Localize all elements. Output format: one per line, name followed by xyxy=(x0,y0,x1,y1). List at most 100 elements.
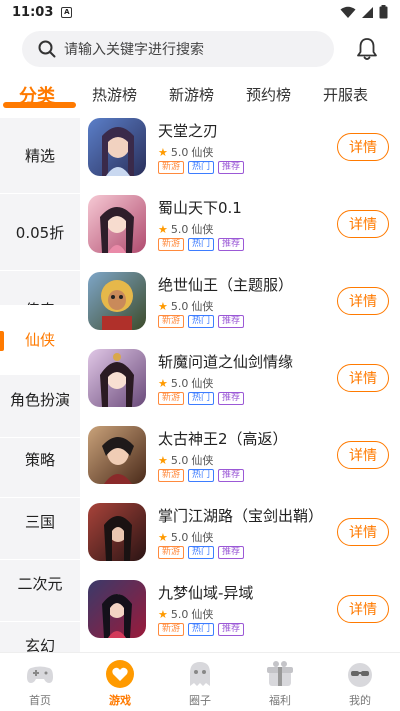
gamepad-icon xyxy=(27,666,53,683)
game-name: 太古神王2（高返） xyxy=(158,430,288,448)
nav-label: 圈子 xyxy=(189,694,211,707)
star-icon: ★ xyxy=(158,222,168,236)
game-list-item[interactable]: 太古神王2（高返） ★ 5.0 仙侠 新游 热门 推荐 详情 xyxy=(88,426,400,498)
search-icon xyxy=(38,40,56,58)
game-list-item[interactable]: 绝世仙王（主题服） ★ 5.0 仙侠 新游 热门 推荐 详情 xyxy=(88,272,400,344)
game-name: 蜀山天下0.1 xyxy=(158,199,242,217)
game-meta: ★ 5.0 仙侠 xyxy=(158,375,213,391)
tag-recommended: 推荐 xyxy=(218,546,245,559)
tag-hot: 热门 xyxy=(188,546,215,559)
details-button[interactable]: 详情 xyxy=(337,133,389,161)
status-bar: 11:03 A xyxy=(0,0,400,24)
tag-recommended: 推荐 xyxy=(218,315,245,328)
active-tab-indicator xyxy=(3,102,76,108)
star-icon: ★ xyxy=(158,376,168,390)
details-button[interactable]: 详情 xyxy=(337,595,389,623)
genre-sidebar: 精选 0.05折 传奇 仙侠 角色扮演 策略 三国 二次元 玄幻 xyxy=(0,118,80,658)
details-button[interactable]: 详情 xyxy=(337,364,389,392)
tag-new: 新游 xyxy=(158,161,185,174)
tag-hot: 热门 xyxy=(188,623,215,636)
game-name: 天堂之刃 xyxy=(158,122,219,140)
tag-hot: 热门 xyxy=(188,469,215,482)
game-genre: 仙侠 xyxy=(191,377,214,390)
bottom-nav: 首页 游戏 圈子 福利 我的 xyxy=(0,652,400,711)
tag-recommended: 推荐 xyxy=(218,161,245,174)
tab-new-games[interactable]: 新游榜 xyxy=(169,84,214,105)
tag-recommended: 推荐 xyxy=(218,469,245,482)
nav-games[interactable]: 游戏 xyxy=(90,659,150,708)
game-genre: 仙侠 xyxy=(191,300,214,313)
nav-label: 游戏 xyxy=(109,694,131,707)
tab-hot-games[interactable]: 热游榜 xyxy=(92,84,137,105)
heart-icon xyxy=(106,660,134,688)
game-tags: 新游 热门 推荐 xyxy=(158,161,245,174)
game-tags: 新游 热门 推荐 xyxy=(158,623,245,636)
game-icon xyxy=(88,195,146,253)
app-indicator-icon: A xyxy=(61,6,73,18)
game-icon xyxy=(88,580,146,638)
search-bar[interactable]: 请输入关键字进行搜索 xyxy=(22,31,334,67)
nav-label: 首页 xyxy=(29,694,51,707)
game-rating: 5.0 xyxy=(170,530,189,544)
game-meta: ★ 5.0 仙侠 xyxy=(158,529,213,545)
game-meta: ★ 5.0 仙侠 xyxy=(158,298,213,314)
game-meta: ★ 5.0 仙侠 xyxy=(158,144,213,160)
details-button[interactable]: 详情 xyxy=(337,287,389,315)
details-button[interactable]: 详情 xyxy=(337,210,389,238)
sidebar-item-featured[interactable]: 精选 xyxy=(0,118,80,194)
nav-circle[interactable]: 圈子 xyxy=(170,659,230,708)
game-icon xyxy=(88,272,146,330)
game-name: 绝世仙王（主题服） xyxy=(158,276,294,294)
tag-new: 新游 xyxy=(158,623,185,636)
game-genre: 仙侠 xyxy=(191,608,214,621)
game-list-item[interactable]: 蜀山天下0.1 ★ 5.0 仙侠 新游 热门 推荐 详情 xyxy=(88,195,400,267)
game-meta: ★ 5.0 仙侠 xyxy=(158,606,213,622)
star-icon: ★ xyxy=(158,607,168,621)
details-button[interactable]: 详情 xyxy=(337,518,389,546)
game-tags: 新游 热门 推荐 xyxy=(158,238,245,251)
game-name: 斩魔问道之仙剑情缘 xyxy=(158,353,294,371)
tab-preorder[interactable]: 预约榜 xyxy=(246,84,291,105)
signal-icon xyxy=(362,6,373,18)
battery-icon xyxy=(379,5,388,19)
nav-home[interactable]: 首页 xyxy=(10,659,70,708)
game-meta: ★ 5.0 仙侠 xyxy=(158,221,213,237)
game-rating: 5.0 xyxy=(170,145,189,159)
game-icon xyxy=(88,118,146,176)
game-list-item[interactable]: 天堂之刃 ★ 5.0 仙侠 新游 热门 推荐 详情 xyxy=(88,118,400,190)
game-genre: 仙侠 xyxy=(191,454,214,467)
game-name: 掌门江湖路（宝剑出鞘） xyxy=(158,507,324,525)
game-genre: 仙侠 xyxy=(191,146,214,159)
nav-welfare[interactable]: 福利 xyxy=(250,659,310,708)
tag-hot: 热门 xyxy=(188,315,215,328)
game-meta: ★ 5.0 仙侠 xyxy=(158,452,213,468)
game-rating: 5.0 xyxy=(170,607,189,621)
game-icon xyxy=(88,349,146,407)
sidebar-item-fantasy[interactable]: 玄幻 xyxy=(0,608,80,658)
nav-profile[interactable]: 我的 xyxy=(330,659,390,708)
game-genre: 仙侠 xyxy=(191,223,214,236)
sidebar-item-discount[interactable]: 0.05折 xyxy=(0,195,80,271)
game-list-item[interactable]: 斩魔问道之仙剑情缘 ★ 5.0 仙侠 新游 热门 推荐 详情 xyxy=(88,349,400,421)
tag-recommended: 推荐 xyxy=(218,238,245,251)
game-tags: 新游 热门 推荐 xyxy=(158,315,245,328)
game-name: 九梦仙域-异域 xyxy=(158,584,254,602)
tag-new: 新游 xyxy=(158,546,185,559)
game-list-item[interactable]: 九梦仙域-异域 ★ 5.0 仙侠 新游 热门 推荐 详情 xyxy=(88,580,400,652)
game-list-item[interactable]: 掌门江湖路（宝剑出鞘） ★ 5.0 仙侠 新游 热门 推荐 详情 xyxy=(88,503,400,575)
star-icon: ★ xyxy=(158,530,168,544)
tag-recommended: 推荐 xyxy=(218,392,245,405)
game-genre: 仙侠 xyxy=(191,531,214,544)
bell-icon[interactable] xyxy=(354,36,380,62)
tab-server-schedule[interactable]: 开服表 xyxy=(323,84,368,105)
details-button[interactable]: 详情 xyxy=(337,441,389,469)
tag-new: 新游 xyxy=(158,238,185,251)
nav-label: 福利 xyxy=(269,694,291,707)
game-icon xyxy=(88,426,146,484)
game-tags: 新游 热门 推荐 xyxy=(158,469,245,482)
search-placeholder: 请输入关键字进行搜索 xyxy=(64,42,204,58)
status-time: 11:03 xyxy=(12,4,54,20)
game-rating: 5.0 xyxy=(170,222,189,236)
tag-new: 新游 xyxy=(158,315,185,328)
profile-icon xyxy=(348,663,372,687)
